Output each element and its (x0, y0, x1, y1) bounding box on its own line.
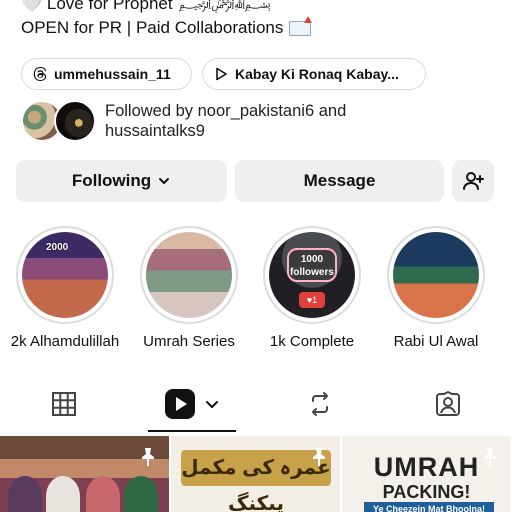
highlight-umrah-series[interactable]: Umrah Series (127, 226, 251, 350)
reels-icon (165, 389, 195, 419)
tab-reels[interactable] (128, 378, 256, 430)
reel-thumbnail[interactable]: UMRAH PACKING! Ye Cheezein Mat Bhoolna! (342, 436, 511, 512)
highlight-label: 2k Alhamdulillah (10, 333, 120, 350)
thumbnail-figure (46, 476, 80, 512)
highlight-ring: 2000 (16, 226, 114, 324)
reels-grid: عمرہ کی مکمل پیکنگ UMRAH PACKING! Ye Che… (0, 436, 512, 512)
threads-username: ummehussain_11 (54, 66, 171, 82)
following-label: Following (71, 171, 152, 190)
highlight-badge: 2000 (46, 242, 69, 253)
add-user-icon (463, 172, 484, 190)
highlight-ring (387, 226, 485, 324)
thumbnail-figure (8, 476, 42, 512)
message-button[interactable]: Message (235, 160, 444, 202)
followed-by-text: Followed by noor_pakistani6 and hussaint… (105, 102, 347, 140)
following-button[interactable]: Following (16, 160, 227, 202)
pin-icon (484, 448, 496, 466)
highlight-2k-alhamdulillah[interactable]: 2000 2k Alhamdulillah (3, 226, 127, 350)
like-count-badge: ♥1 (299, 292, 325, 308)
avatar (54, 100, 96, 142)
tab-reposts[interactable] (256, 378, 384, 430)
mutual-followers[interactable]: Followed by noor_pakistani6 and hussaint… (21, 100, 346, 142)
music-link[interactable]: Kabay Ki Ronaq Kabay... (202, 58, 426, 90)
highlight-ring (140, 226, 238, 324)
story-highlights: 2000 2k Alhamdulillah Umrah Series 1000 … (0, 226, 512, 356)
highlight-label: Umrah Series (143, 333, 235, 350)
pin-icon (142, 448, 154, 466)
profile-links: ummehussain_11 Kabay Ki Ronaq Kabay... (21, 58, 426, 90)
chevron-down-icon (159, 178, 170, 184)
thumbnail-subtitle: Ye Cheezein Mat Bhoolna! (364, 502, 494, 512)
threads-icon (33, 67, 47, 81)
threads-link[interactable]: ummehussain_11 (21, 58, 192, 90)
mutual-avatars (21, 100, 97, 142)
reel-thumbnail[interactable]: عمرہ کی مکمل پیکنگ (171, 436, 340, 512)
active-tab-indicator (148, 430, 236, 432)
highlight-label: 1k Complete (269, 333, 355, 350)
reel-thumbnail[interactable] (0, 436, 169, 512)
incoming-envelope-icon (289, 16, 313, 37)
profile-actions: Following Message (16, 160, 494, 202)
bio-line-2: OPEN for PR | Paid Collaborations (21, 16, 313, 39)
followers-badge: 1000 followers (287, 248, 337, 282)
bio: 🤍 Love for Prophet ﷽ OPEN for PR | Paid C… (21, 0, 313, 39)
grid-icon (52, 392, 76, 416)
highlight-ring: 1000 followers ♥1 (263, 226, 361, 324)
highlight-1k-complete[interactable]: 1000 followers ♥1 1k Complete (250, 226, 374, 350)
thumbnail-figure (124, 476, 158, 512)
highlight-rabi-ul-awal[interactable]: Rabi Ul Awal (374, 226, 498, 350)
tagged-icon (436, 391, 460, 416)
suggested-users-button[interactable] (452, 160, 494, 202)
thumbnail-figure (86, 476, 120, 512)
highlight-label: Rabi Ul Awal (393, 333, 479, 350)
highlight-cover (146, 232, 232, 318)
highlight-cover: 1000 followers ♥1 (269, 232, 355, 318)
repost-icon (312, 392, 328, 416)
thumbnail-title-2: PACKING! (382, 482, 471, 502)
calligraphy-icon: ﷽ (178, 0, 271, 12)
tab-posts-grid[interactable] (0, 378, 128, 430)
highlight-cover: 2000 (22, 232, 108, 318)
chevron-down-icon (206, 401, 218, 408)
highlight-cover (393, 232, 479, 318)
message-label: Message (303, 171, 376, 190)
content-tabs (0, 378, 512, 434)
tab-tagged[interactable] (384, 378, 512, 430)
play-outline-icon (216, 67, 227, 81)
music-title: Kabay Ki Ronaq Kabay... (235, 66, 399, 82)
bio-line-1: 🤍 Love for Prophet ﷽ (21, 0, 311, 16)
pin-icon (313, 448, 325, 466)
